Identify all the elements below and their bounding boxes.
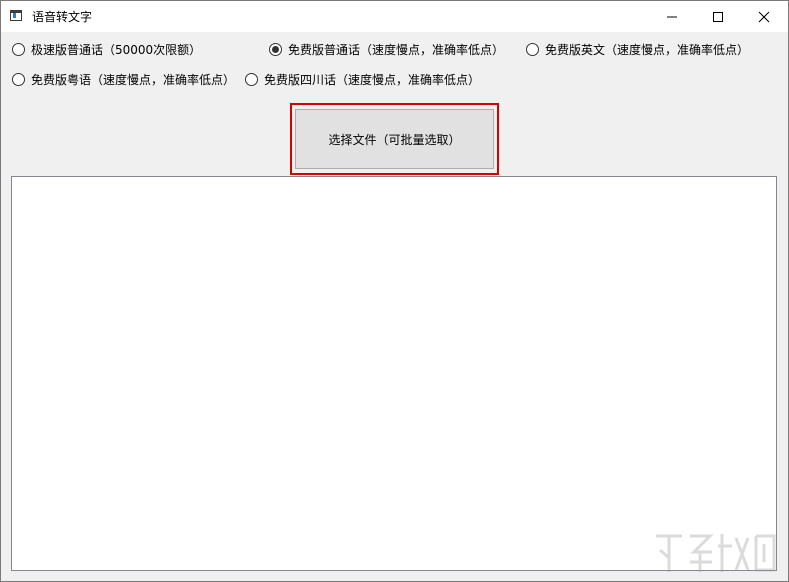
radio-button-icon[interactable] bbox=[245, 72, 258, 86]
minimize-icon bbox=[667, 16, 677, 18]
select-files-button[interactable]: 选择文件（可批量选取） bbox=[295, 109, 494, 169]
radio-button-icon[interactable] bbox=[526, 42, 539, 56]
title-bar[interactable]: 语音转文字 bbox=[1, 1, 788, 32]
radio-button-icon[interactable] bbox=[12, 72, 25, 86]
app-window-icon bbox=[10, 10, 22, 21]
radio-option-fast-mandarin[interactable]: 极速版普通话（50000次限额） bbox=[12, 41, 201, 57]
window-title: 语音转文字 bbox=[32, 10, 93, 24]
radio-option-free-cantonese[interactable]: 免费版粤语（速度慢点，准确率低点） bbox=[12, 71, 235, 87]
radio-label: 免费版四川话（速度慢点，准确率低点） bbox=[264, 72, 481, 87]
close-icon bbox=[758, 11, 770, 23]
close-button[interactable] bbox=[741, 1, 787, 32]
watermark-logo bbox=[656, 534, 776, 572]
maximize-button[interactable] bbox=[695, 1, 741, 32]
output-text-area[interactable] bbox=[11, 176, 777, 571]
radio-button-icon[interactable] bbox=[12, 42, 25, 56]
maximize-icon bbox=[713, 12, 723, 22]
radio-button-checked-icon[interactable] bbox=[269, 42, 282, 56]
minimize-button[interactable] bbox=[649, 1, 695, 32]
radio-option-free-english[interactable]: 免费版英文（速度慢点，准确率低点） bbox=[526, 41, 749, 57]
radio-label: 免费版粤语（速度慢点，准确率低点） bbox=[31, 72, 236, 87]
radio-option-free-mandarin[interactable]: 免费版普通话（速度慢点，准确率低点） bbox=[269, 41, 504, 57]
radio-label: 免费版英文（速度慢点，准确率低点） bbox=[545, 42, 750, 57]
radio-option-free-sichuan[interactable]: 免费版四川话（速度慢点，准确率低点） bbox=[245, 71, 480, 87]
radio-label: 极速版普通话（50000次限额） bbox=[31, 42, 202, 57]
radio-label: 免费版普通话（速度慢点，准确率低点） bbox=[288, 42, 505, 57]
